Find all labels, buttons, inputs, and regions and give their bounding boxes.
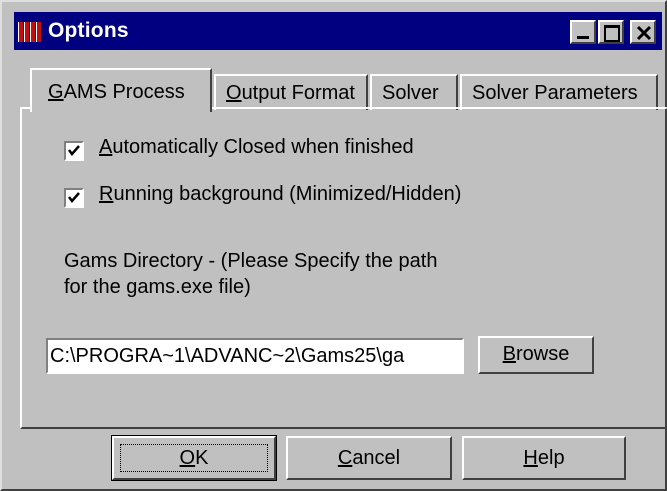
close-icon <box>636 25 652 41</box>
browse-accesskey: B <box>502 343 516 365</box>
help-accesskey: H <box>523 447 538 469</box>
auto-close-label[interactable]: Automatically Closed when finished <box>99 136 414 159</box>
background-text: unning background (Minimized/Hidden) <box>113 183 462 205</box>
background-label[interactable]: Running background (Minimized/Hidden) <box>99 183 461 206</box>
auto-close-checkbox[interactable] <box>64 141 84 161</box>
help-button[interactable]: Help <box>462 436 626 480</box>
auto-close-text: utomatically Closed when finished <box>112 136 414 158</box>
tab-gams-process-accesskey: G <box>48 81 64 103</box>
tab-gams-process[interactable]: GAMS Process <box>30 68 212 112</box>
auto-close-accesskey: A <box>99 136 113 158</box>
browse-label: rowse <box>515 343 570 365</box>
tab-output-format-accesskey: O <box>226 82 242 104</box>
window-title: Options <box>48 19 129 42</box>
cancel-label: ancel <box>352 447 401 469</box>
checkmark-icon <box>68 192 80 203</box>
tab-solver-label: Solver <box>382 82 439 104</box>
minimize-button[interactable] <box>570 20 596 44</box>
maximize-button[interactable] <box>598 20 624 44</box>
background-accesskey: R <box>99 183 114 205</box>
cancel-accesskey: C <box>337 447 353 469</box>
tab-gams-process-label: AMS Process <box>63 81 185 103</box>
gams-logo-icon[interactable] <box>16 21 42 43</box>
background-checkbox[interactable] <box>64 188 84 208</box>
ok-label: K <box>195 447 209 469</box>
tab-solver-parameters-label: Solver Parameters <box>472 82 638 104</box>
tab-solver[interactable]: Solver <box>370 74 458 110</box>
tab-output-format-label: utput Format <box>241 82 355 104</box>
checkmark-icon <box>68 145 80 156</box>
browse-button[interactable]: Browse <box>478 336 594 374</box>
close-button[interactable] <box>630 20 656 44</box>
gams-directory-label: Gams Directory - (Please Specify the pat… <box>64 250 438 298</box>
ok-button[interactable]: OK <box>111 435 277 481</box>
cancel-button[interactable]: Cancel <box>286 436 452 480</box>
gams-directory-input[interactable] <box>46 338 464 374</box>
tab-solver-parameters[interactable]: Solver Parameters <box>460 74 658 110</box>
title-bar[interactable]: Options <box>14 12 662 50</box>
tab-output-format[interactable]: Output Format <box>214 74 368 110</box>
maximize-icon <box>604 25 620 42</box>
help-label: elp <box>537 447 565 469</box>
options-dialog: Options GAMS Process Output Format Solve… <box>0 0 667 491</box>
ok-accesskey: O <box>179 447 196 469</box>
minimize-icon <box>577 36 589 39</box>
